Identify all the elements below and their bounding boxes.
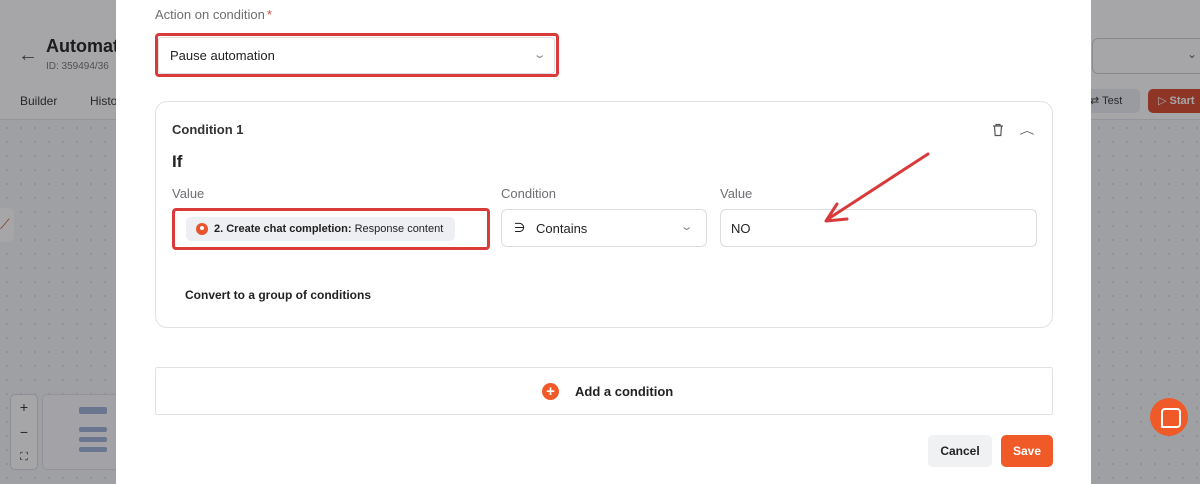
plus-circle-icon: + bbox=[542, 383, 559, 400]
condition-modal: Action on condition * Pause automation ⌄ … bbox=[116, 0, 1091, 484]
highlight-box-action bbox=[155, 33, 559, 77]
value-column-label: Value bbox=[172, 186, 205, 201]
cancel-button[interactable]: Cancel bbox=[928, 435, 992, 467]
convert-to-group-link[interactable]: Convert to a group of conditions bbox=[185, 288, 371, 302]
chevron-up-icon[interactable]: ︿ bbox=[1020, 122, 1035, 137]
required-mark: * bbox=[266, 7, 272, 22]
action-on-condition-label: Action on condition * bbox=[155, 7, 272, 22]
condition-column-label: Condition bbox=[501, 186, 556, 201]
add-condition-label: Add a condition bbox=[575, 384, 674, 399]
chevron-down-icon: ⌄ bbox=[679, 221, 694, 233]
contains-icon: ∋ bbox=[514, 220, 526, 235]
value2-column-label: Value bbox=[720, 186, 753, 201]
if-label: If bbox=[172, 152, 183, 171]
comparison-value-input[interactable] bbox=[720, 209, 1037, 247]
condition-card: Condition 1 ︿ If Value Condition Value 2… bbox=[155, 101, 1053, 328]
trash-icon[interactable] bbox=[992, 123, 1004, 137]
save-button[interactable]: Save bbox=[1001, 435, 1053, 467]
action-label-text: Action on condition bbox=[155, 7, 265, 22]
condition-title: Condition 1 bbox=[172, 122, 244, 137]
add-condition-button[interactable]: + Add a condition bbox=[155, 367, 1053, 415]
highlight-box-value bbox=[172, 208, 490, 250]
operator-select[interactable]: ∋ Contains ⌄ bbox=[501, 209, 707, 247]
chat-icon[interactable] bbox=[1150, 398, 1188, 436]
operator-value: Contains bbox=[536, 221, 588, 236]
